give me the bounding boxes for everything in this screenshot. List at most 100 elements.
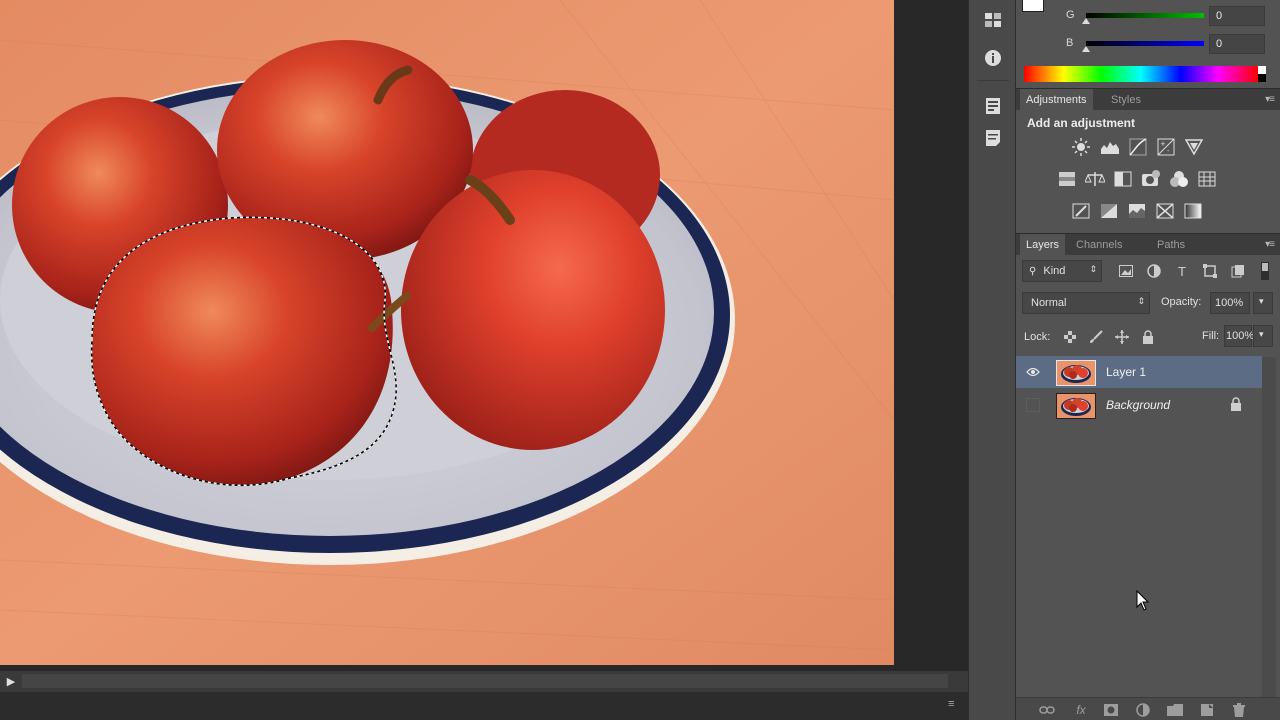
adjustments-panel: Add an adjustment + - [1016, 111, 1280, 233]
lock-all-icon[interactable] [1138, 327, 1158, 347]
info-icon[interactable] [981, 46, 1005, 70]
adjustments-tab-bar: Adjustments Styles ▾≡ [1016, 88, 1280, 111]
slider-label: G [1066, 9, 1075, 21]
exposure-icon[interactable]: + - [1155, 137, 1177, 157]
link-layers-icon[interactable] [1038, 701, 1056, 718]
panel-menu-icon[interactable]: ≡ [948, 698, 962, 710]
dock-divider [977, 80, 1009, 81]
delete-layer-icon[interactable] [1230, 701, 1248, 718]
photo-filter-icon[interactable] [1140, 169, 1162, 189]
blue-track[interactable] [1086, 41, 1204, 46]
lock-label: Lock: [1024, 331, 1051, 343]
curves-icon[interactable] [1127, 137, 1149, 157]
opacity-dropdown-icon[interactable]: ▾ [1253, 292, 1273, 314]
filter-type-layers-icon[interactable]: T [1172, 261, 1192, 281]
select-arrows-icon: ⇕ [1089, 264, 1097, 274]
filter-toggle-switch[interactable] [1258, 261, 1272, 281]
panel-menu-icon[interactable]: ▾≡ [1265, 239, 1275, 250]
svg-text:+: + [1160, 140, 1166, 148]
visibility-toggle-off[interactable] [1024, 396, 1042, 414]
layers-footer-toolbar: fx [1016, 697, 1280, 720]
layer-name[interactable]: Background [1106, 398, 1170, 412]
lock-transparent-pixels-icon[interactable] [1060, 327, 1080, 347]
select-arrows-icon: ⇕ [1137, 296, 1145, 306]
tab-layers[interactable]: Layers [1020, 234, 1066, 256]
lock-image-pixels-icon[interactable] [1086, 327, 1106, 347]
blue-value-field[interactable]: 0 [1209, 34, 1265, 54]
fx-icon[interactable]: fx [1072, 701, 1090, 718]
selective-color-icon[interactable] [1154, 201, 1176, 221]
lock-icon [1230, 397, 1244, 413]
color-panel: G 0 B 0 [1016, 0, 1280, 88]
vibrance-icon[interactable] [1183, 137, 1205, 157]
layer-row[interactable]: Background [1016, 389, 1262, 421]
search-icon: ⚲ [1029, 266, 1037, 277]
filter-shape-layers-icon[interactable] [1200, 261, 1220, 281]
fill-dropdown-icon[interactable]: ▾ [1253, 325, 1273, 347]
layer-filter-select[interactable]: ⚲ Kind ⇕ [1022, 260, 1102, 282]
eye-icon[interactable] [1024, 363, 1042, 381]
green-track[interactable] [1086, 13, 1204, 18]
foreground-color-swatch[interactable] [1022, 0, 1044, 12]
filter-adjustment-layers-icon[interactable] [1144, 261, 1164, 281]
fill-label: Fill: [1202, 330, 1220, 342]
tab-styles[interactable]: Styles [1105, 89, 1147, 111]
panel-menu-icon[interactable]: ▾≡ [1265, 94, 1275, 105]
apples-on-plate-image [0, 0, 894, 665]
invert-icon[interactable] [1070, 201, 1092, 221]
green-slider[interactable]: G 0 [1066, 6, 1280, 26]
new-layer-icon[interactable] [1198, 701, 1216, 718]
canvas-area: ▶ [0, 0, 968, 692]
filter-smart-objects-icon[interactable] [1228, 261, 1248, 281]
opacity-label: Opacity: [1161, 296, 1202, 308]
gradient-map-icon[interactable] [1182, 201, 1204, 221]
brightness-contrast-icon[interactable] [1070, 137, 1092, 157]
color-lookup-icon[interactable] [1196, 169, 1218, 189]
tab-adjustments[interactable]: Adjustments [1020, 89, 1093, 111]
svg-text:-: - [1167, 147, 1170, 155]
opacity-input[interactable]: 100% [1210, 292, 1250, 314]
timeline-strip: ▶ [0, 671, 968, 692]
blend-mode-select[interactable]: Normal ⇕ [1022, 292, 1150, 314]
tab-channels[interactable]: Channels [1070, 234, 1128, 256]
new-group-icon[interactable] [1166, 701, 1184, 718]
threshold-icon[interactable] [1126, 201, 1148, 221]
layers-panel: ⚲ Kind ⇕ T Normal ⇕ Opacity: 100% ▾ Lock… [1016, 257, 1280, 697]
layers-tab-bar: Layers Channels Paths ▾≡ [1016, 233, 1280, 256]
posterize-icon[interactable] [1098, 201, 1120, 221]
fill-input[interactable]: 100% [1224, 325, 1254, 347]
channel-mixer-icon[interactable] [1168, 169, 1190, 189]
new-adjustment-layer-icon[interactable] [1134, 701, 1152, 718]
filter-pixel-layers-icon[interactable] [1116, 261, 1136, 281]
layers-scrollbar[interactable] [1262, 357, 1276, 697]
adjustments-heading: Add an adjustment [1027, 116, 1136, 130]
black-white-ramp[interactable] [1258, 66, 1266, 82]
color-spectrum[interactable] [1024, 66, 1258, 82]
layer-row[interactable]: Layer 1 [1016, 356, 1262, 388]
panel-dock [968, 0, 1016, 720]
play-icon[interactable]: ▶ [4, 675, 18, 689]
brush-presets-icon[interactable] [981, 8, 1005, 32]
document-canvas[interactable] [0, 0, 894, 665]
levels-icon[interactable] [1099, 137, 1121, 157]
slider-thumb[interactable] [1082, 18, 1090, 24]
green-value-field[interactable]: 0 [1209, 6, 1265, 26]
filter-kind-value: Kind [1043, 265, 1066, 277]
color-balance-icon[interactable] [1084, 169, 1106, 189]
layer-thumbnail [1056, 393, 1096, 419]
layer-mask-icon[interactable] [1102, 701, 1120, 718]
blend-mode-value: Normal [1031, 297, 1067, 309]
horizontal-scrollbar[interactable] [22, 674, 948, 688]
layer-thumbnail [1056, 360, 1096, 386]
tab-paths[interactable]: Paths [1151, 234, 1191, 256]
hue-saturation-icon[interactable] [1056, 169, 1078, 189]
mouse-cursor-icon [1136, 589, 1150, 612]
slider-thumb[interactable] [1082, 46, 1090, 52]
black-white-icon[interactable] [1112, 169, 1134, 189]
blue-slider[interactable]: B 0 [1066, 34, 1280, 54]
properties-icon[interactable] [981, 94, 1005, 118]
bottom-status-strip: ≡ [0, 692, 968, 720]
lock-position-icon[interactable] [1112, 327, 1132, 347]
notes-icon[interactable] [981, 126, 1005, 150]
layer-name[interactable]: Layer 1 [1106, 365, 1146, 379]
